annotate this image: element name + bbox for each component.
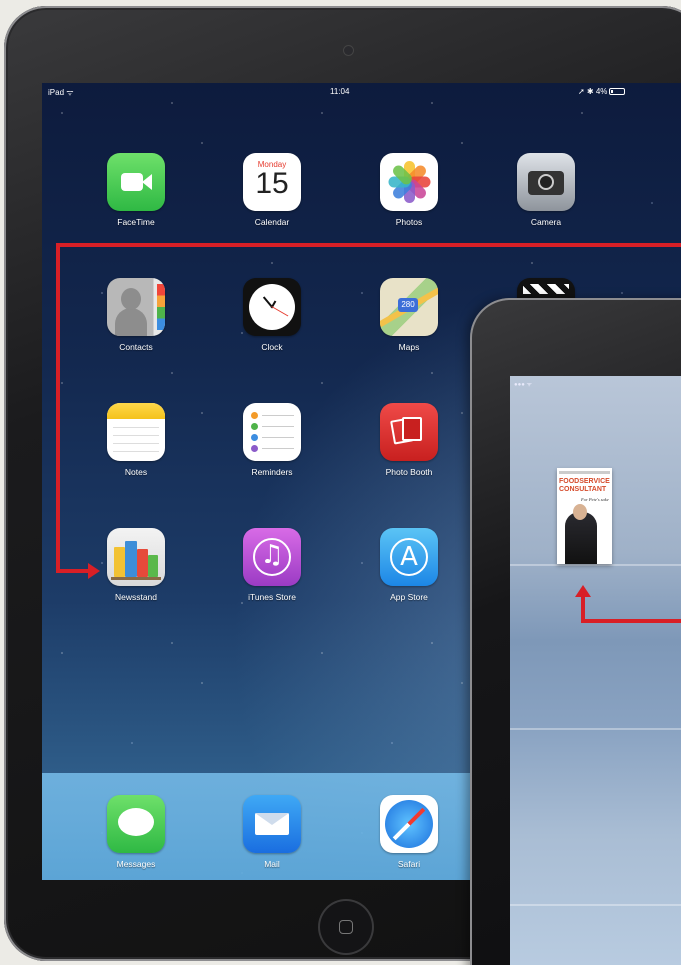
app-label: Reminders: [251, 467, 293, 477]
app-notes[interactable]: Notes: [86, 403, 186, 477]
app-store-icon: A: [380, 528, 438, 586]
app-camera[interactable]: Camera: [496, 153, 596, 227]
clock-icon: [243, 278, 301, 336]
status-device: iPad ᯤ: [48, 88, 74, 97]
app-label: Mail: [264, 859, 280, 869]
annotation-arrowhead-newsstand: [88, 563, 100, 579]
app-reminders[interactable]: Reminders: [222, 403, 322, 477]
app-label: App Store: [390, 592, 428, 602]
app-label: Contacts: [119, 342, 153, 352]
front-camera: [344, 46, 353, 55]
app-app-store[interactable]: A App Store: [359, 528, 459, 602]
app-label: Messages: [116, 859, 156, 869]
annotation-line-top: [56, 243, 681, 247]
app-label: Newsstand: [114, 592, 158, 602]
itunes-store-icon: ♫: [243, 528, 301, 586]
app-photo-booth[interactable]: Photo Booth: [359, 403, 459, 477]
newsstand-icon: [107, 528, 165, 586]
magazine-title-1: FOODSERVICE: [559, 478, 610, 485]
status-bar-small: ●●● ᯤ: [514, 382, 533, 388]
magazine-strapline: For Pete's sake: [581, 497, 609, 502]
app-label: iTunes Store: [248, 592, 296, 602]
app-facetime[interactable]: FaceTime: [86, 153, 186, 227]
reminders-icon: [243, 403, 301, 461]
dock-messages[interactable]: Messages: [86, 795, 186, 869]
app-label: Notes: [124, 467, 148, 477]
maps-badge: 280: [398, 298, 418, 312]
dock-safari[interactable]: Safari: [359, 795, 459, 869]
app-label: Camera: [530, 217, 562, 227]
app-clock[interactable]: Clock: [222, 278, 322, 352]
app-itunes-store[interactable]: ♫ iTunes Store: [222, 528, 322, 602]
calendar-day: 15: [255, 167, 289, 200]
photo-booth-icon: [380, 403, 438, 461]
app-label: Safari: [397, 859, 421, 869]
battery-icon: [609, 88, 626, 95]
messages-icon: [107, 795, 165, 853]
status-time: 11:04: [330, 87, 350, 96]
app-label: Photos: [395, 217, 423, 227]
app-maps[interactable]: 280 Maps: [359, 278, 459, 352]
app-photos[interactable]: Photos: [359, 153, 459, 227]
app-newsstand[interactable]: Newsstand: [86, 528, 186, 602]
app-label: FaceTime: [117, 217, 155, 227]
annotation-line-left: [56, 243, 60, 573]
dock-mail[interactable]: Mail: [222, 795, 322, 869]
calendar-icon: Monday 15: [243, 153, 301, 211]
app-label: Clock: [261, 342, 283, 352]
maps-icon: 280: [380, 278, 438, 336]
annotation-line-right: [581, 619, 681, 623]
newsstand-screen: ●●● ᯤ FOODSERVICE CONSULTANT For Pete's …: [510, 376, 681, 965]
safari-icon: [380, 795, 438, 853]
notes-icon: [107, 403, 165, 461]
mail-icon: [243, 795, 301, 853]
photos-icon: [380, 153, 438, 211]
status-bar: iPad ᯤ 11:04 ➚ ✱ 4%: [42, 83, 642, 99]
magazine-cover[interactable]: FOODSERVICE CONSULTANT For Pete's sake: [557, 468, 612, 564]
magazine-title-2: CONSULTANT: [559, 486, 607, 493]
app-label: Calendar: [254, 217, 290, 227]
status-battery: ➚ ✱ 4%: [578, 87, 626, 96]
app-contacts[interactable]: Contacts: [86, 278, 186, 352]
camera-icon: [517, 153, 575, 211]
app-label: Photo Booth: [385, 467, 433, 477]
annotation-line-bottom: [56, 569, 90, 573]
app-calendar[interactable]: Monday 15 Calendar: [222, 153, 322, 227]
app-label: Maps: [398, 342, 420, 352]
annotation-arrowhead-magazine: [575, 585, 591, 597]
facetime-icon: [107, 153, 165, 211]
stage: iPad ᯤ 11:04 ➚ ✱ 4% FaceTime Monday 15 C…: [0, 0, 681, 965]
contacts-icon: [107, 278, 165, 336]
home-button[interactable]: [320, 901, 372, 953]
